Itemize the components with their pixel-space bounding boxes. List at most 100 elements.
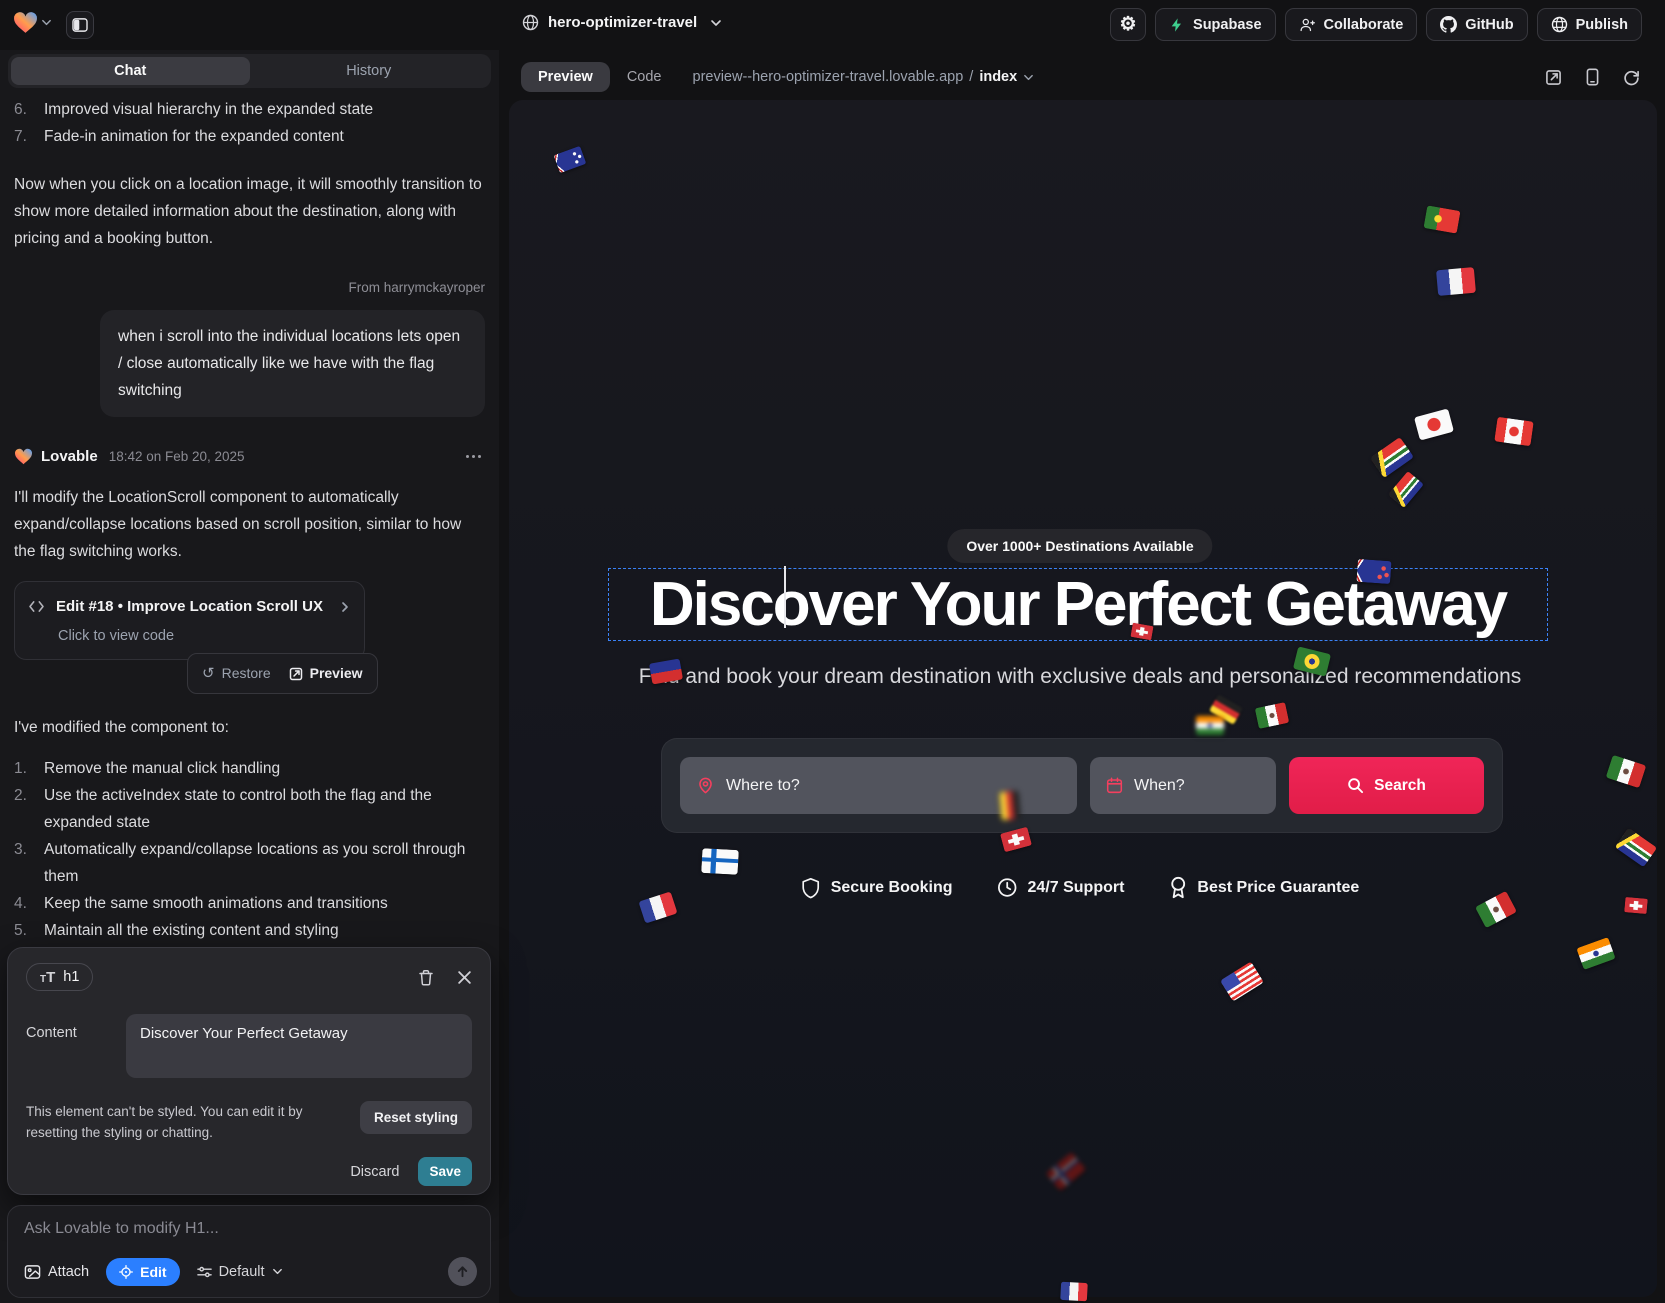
h1-selection-outline: Discover Your Perfect Getaway bbox=[608, 568, 1548, 641]
location-pin-icon bbox=[696, 776, 715, 795]
edit-card-title: Edit #18 • Improve Location Scroll UX bbox=[56, 593, 323, 620]
message-timestamp: 18:42 on Feb 20, 2025 bbox=[109, 443, 245, 470]
preview-url-page: index bbox=[979, 69, 1017, 85]
text-caret bbox=[784, 566, 786, 628]
edit-version-card[interactable]: Edit #18 • Improve Location Scroll UX Cl… bbox=[14, 581, 365, 660]
composer-placeholder[interactable]: Ask Lovable to modify H1... bbox=[24, 1220, 474, 1238]
list-item: 1.Remove the manual click handling bbox=[14, 755, 485, 782]
tab-chat[interactable]: Chat bbox=[11, 57, 250, 85]
text-size-icon: TT bbox=[40, 970, 55, 985]
refresh-icon[interactable] bbox=[1623, 69, 1640, 86]
feature-clock: 24/7 Support bbox=[997, 877, 1125, 898]
arrow-up-icon bbox=[456, 1265, 469, 1278]
project-name: hero-optimizer-travel bbox=[548, 14, 697, 31]
project-menu[interactable]: hero-optimizer-travel bbox=[522, 14, 722, 31]
lovable-logo-icon[interactable] bbox=[13, 11, 38, 34]
list-item: 7.Fade-in animation for the expanded con… bbox=[14, 123, 485, 150]
list-item: 5.Maintain all the existing content and … bbox=[14, 917, 485, 944]
search-button[interactable]: Search bbox=[1289, 757, 1484, 814]
agent-change-list: 6.Improved visual hierarchy in the expan… bbox=[14, 96, 485, 150]
top-bar: hero-optimizer-travel ⚙ Supabase Collabo… bbox=[0, 0, 1665, 50]
publish-button[interactable]: Publish bbox=[1537, 8, 1642, 41]
tab-code[interactable]: Code bbox=[627, 69, 662, 85]
feature-shield: Secure Booking bbox=[801, 877, 953, 899]
edit-mode-button[interactable]: Edit bbox=[106, 1258, 179, 1286]
hero-title[interactable]: Discover Your Perfect Getaway bbox=[650, 569, 1506, 640]
preview-toolbar: Preview Code preview--hero-optimizer-tra… bbox=[509, 60, 1665, 98]
target-icon bbox=[119, 1265, 133, 1279]
search-bar: Where to? When? Search bbox=[661, 738, 1503, 833]
shield-icon bbox=[801, 877, 821, 899]
globe-icon bbox=[522, 14, 539, 31]
restore-button[interactable]: ↺ Restore bbox=[202, 660, 271, 687]
attach-button[interactable]: Attach bbox=[24, 1264, 89, 1280]
github-icon bbox=[1440, 16, 1457, 33]
mode-select[interactable]: Default bbox=[197, 1264, 283, 1280]
people-icon bbox=[1299, 16, 1316, 33]
feature-award: Best Price Guarantee bbox=[1168, 876, 1359, 899]
agent-paragraph: I'll modify the LocationScroll component… bbox=[14, 484, 485, 565]
chevron-right-icon bbox=[339, 601, 351, 613]
collaborate-button[interactable]: Collaborate bbox=[1285, 8, 1418, 41]
agent-paragraph: I've modified the component to: bbox=[14, 714, 485, 741]
element-tag-pill[interactable]: TT h1 bbox=[26, 963, 93, 991]
github-button[interactable]: GitHub bbox=[1426, 8, 1527, 41]
chat-sidebar: Chat History 6.Improved visual hierarchy… bbox=[0, 50, 499, 1303]
preview-frame[interactable]: Over 1000+ Destinations Available Discov… bbox=[509, 100, 1657, 1297]
award-icon bbox=[1168, 876, 1187, 899]
element-tag-label: h1 bbox=[63, 969, 79, 985]
search-icon bbox=[1347, 777, 1364, 794]
version-actions-pill: ↺ Restore Preview bbox=[187, 653, 378, 694]
project-chevron-down-icon bbox=[710, 17, 722, 29]
user-message-bubble: when i scroll into the individual locati… bbox=[100, 310, 485, 417]
when-input[interactable]: When? bbox=[1090, 757, 1276, 814]
style-note-text: This element can't be styled. You can ed… bbox=[26, 1101, 334, 1143]
calendar-icon bbox=[1106, 777, 1123, 794]
close-icon[interactable] bbox=[457, 970, 472, 985]
agent-paragraph: Now when you click on a location image, … bbox=[14, 171, 485, 252]
where-to-input[interactable]: Where to? bbox=[680, 757, 1077, 814]
element-editor-panel: TT h1 Content Discover Your Perfect Geta… bbox=[7, 947, 491, 1195]
open-in-new-tab-icon[interactable] bbox=[1545, 69, 1562, 86]
trash-icon[interactable] bbox=[418, 969, 434, 986]
hero-subtitle: Find and book your dream destination wit… bbox=[639, 665, 1522, 689]
where-to-placeholder: Where to? bbox=[726, 777, 800, 795]
supabase-button[interactable]: Supabase bbox=[1155, 8, 1276, 41]
agent-steps-list: 1.Remove the manual click handling2.Use … bbox=[14, 755, 485, 944]
restore-icon: ↺ bbox=[202, 666, 215, 681]
sidebar-tabs: Chat History bbox=[8, 54, 491, 88]
agent-message-header: Lovable 18:42 on Feb 20, 2025 bbox=[14, 443, 485, 470]
sidebar-toggle-button[interactable] bbox=[66, 11, 94, 39]
save-button[interactable]: Save bbox=[418, 1157, 472, 1186]
list-item: 3.Automatically expand/collapse location… bbox=[14, 836, 485, 890]
send-button[interactable] bbox=[448, 1257, 477, 1286]
gear-icon: ⚙ bbox=[1120, 13, 1137, 36]
edit-card-subtitle: Click to view code bbox=[28, 627, 351, 645]
logo-chevron-down-icon[interactable] bbox=[41, 17, 52, 28]
clock-icon bbox=[997, 877, 1018, 898]
lovable-heart-icon bbox=[14, 448, 33, 465]
destinations-badge: Over 1000+ Destinations Available bbox=[947, 529, 1212, 563]
preview-version-button[interactable]: Preview bbox=[289, 660, 363, 687]
url-chevron-down-icon bbox=[1023, 72, 1034, 83]
tab-history[interactable]: History bbox=[250, 57, 489, 85]
mobile-view-icon[interactable] bbox=[1585, 68, 1600, 86]
sliders-icon bbox=[197, 1265, 212, 1279]
reset-styling-button[interactable]: Reset styling bbox=[360, 1101, 472, 1134]
content-textarea[interactable]: Discover Your Perfect Getaway bbox=[126, 1014, 472, 1078]
tab-preview[interactable]: Preview bbox=[521, 62, 610, 92]
when-placeholder: When? bbox=[1134, 777, 1185, 795]
list-item: 2.Use the activeIndex state to control b… bbox=[14, 782, 485, 836]
list-item: 4.Keep the same smooth animations and tr… bbox=[14, 890, 485, 917]
feature-row: Secure Booking 24/7 Support Best Price Gua… bbox=[801, 876, 1360, 899]
more-options-icon[interactable] bbox=[462, 451, 485, 462]
code-icon bbox=[28, 600, 45, 613]
preview-url-host: preview--hero-optimizer-travel.lovable.a… bbox=[693, 69, 964, 85]
agent-name: Lovable bbox=[41, 443, 98, 470]
settings-button[interactable]: ⚙ bbox=[1110, 8, 1146, 41]
preview-url[interactable]: preview--hero-optimizer-travel.lovable.a… bbox=[693, 69, 1035, 85]
chat-composer[interactable]: Ask Lovable to modify H1... Attach Edit … bbox=[7, 1205, 491, 1298]
publish-globe-icon bbox=[1551, 16, 1568, 33]
discard-button[interactable]: Discard bbox=[350, 1164, 399, 1180]
message-author-label: From harrymckayroper bbox=[14, 274, 485, 301]
